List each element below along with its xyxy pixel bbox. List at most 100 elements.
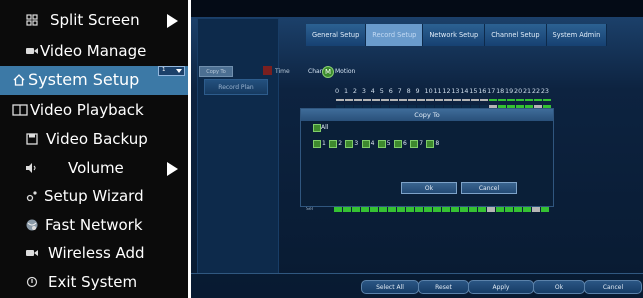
select-row-cell[interactable] bbox=[532, 207, 540, 212]
menu-item-fast-network[interactable]: Fast Network bbox=[0, 211, 188, 240]
menu-item-volume[interactable]: Volume bbox=[0, 154, 188, 183]
hour-label: 23 bbox=[540, 87, 549, 95]
select-row-label: Sel bbox=[306, 207, 313, 212]
select-row-cell[interactable] bbox=[505, 207, 513, 212]
channel-checkbox[interactable] bbox=[313, 140, 321, 148]
schedule-cell[interactable] bbox=[372, 99, 380, 101]
channel-checkbox[interactable] bbox=[426, 140, 435, 148]
schedule-cell[interactable] bbox=[390, 99, 398, 101]
tab-channel-setup[interactable]: Channel Setup bbox=[485, 24, 547, 46]
select-row-cell[interactable] bbox=[487, 207, 495, 212]
schedule-cell[interactable] bbox=[381, 99, 389, 101]
select-row-cell[interactable] bbox=[370, 207, 378, 212]
select-row-cell[interactable] bbox=[424, 207, 432, 212]
schedule-cell[interactable] bbox=[480, 99, 488, 101]
schedule-cell[interactable] bbox=[498, 99, 506, 101]
select-row-cell[interactable] bbox=[343, 207, 351, 212]
channel-checkbox[interactable] bbox=[345, 140, 354, 148]
tab-general-setup[interactable]: General Setup bbox=[306, 24, 367, 46]
select-row-cell[interactable] bbox=[397, 207, 405, 212]
schedule-cell[interactable] bbox=[462, 99, 470, 101]
apply-button[interactable]: Apply bbox=[468, 280, 534, 294]
tab-system-admin[interactable]: System Admin bbox=[546, 24, 608, 46]
channel-checkbox[interactable] bbox=[361, 140, 370, 148]
hour-label: 22 bbox=[531, 87, 541, 95]
motion-icon[interactable]: M bbox=[322, 66, 334, 78]
schedule-cell[interactable] bbox=[489, 99, 497, 101]
select-row-cell[interactable] bbox=[478, 207, 486, 212]
time-label: Time bbox=[275, 68, 290, 75]
select-row-cell[interactable] bbox=[406, 207, 414, 212]
schedule-cell[interactable] bbox=[471, 99, 479, 101]
channel-checkbox[interactable] bbox=[329, 140, 338, 148]
menu-item-exit-system[interactable]: Exit System bbox=[0, 268, 188, 297]
hour-label: 21 bbox=[522, 87, 532, 95]
menu-item-split-screen[interactable]: Split Screen bbox=[0, 6, 188, 35]
copy-ok-button[interactable]: Ok bbox=[401, 182, 457, 194]
cancel-button[interactable]: Cancel bbox=[584, 280, 642, 294]
reset-button[interactable]: Reset bbox=[418, 280, 469, 294]
menu-item-video-playback[interactable]: Video Playback bbox=[0, 96, 188, 125]
menu-item-video-backup[interactable]: Video Backup bbox=[0, 125, 188, 154]
select-row-cell[interactable] bbox=[379, 207, 387, 212]
schedule-cell[interactable] bbox=[363, 99, 371, 101]
hour-label: 7 bbox=[397, 87, 402, 95]
select-row-cell[interactable] bbox=[469, 207, 477, 212]
tab-record-setup[interactable]: Record Setup bbox=[366, 24, 424, 46]
ok-button[interactable]: Ok bbox=[533, 280, 585, 294]
schedule-cell[interactable] bbox=[516, 99, 524, 101]
menu-item-label: Split Screen bbox=[50, 11, 140, 29]
select-row-cell[interactable] bbox=[451, 207, 459, 212]
channel-checkbox[interactable] bbox=[377, 140, 386, 148]
select-row-cell[interactable] bbox=[433, 207, 441, 212]
schedule-cell[interactable] bbox=[534, 99, 542, 101]
schedule-cell[interactable] bbox=[435, 99, 443, 101]
home-icon bbox=[11, 72, 27, 88]
channel-checkbox-label: 4 bbox=[370, 140, 375, 147]
power-icon bbox=[24, 274, 40, 290]
schedule-cell[interactable] bbox=[453, 99, 461, 101]
menu-item-video-manage[interactable]: Video Manage bbox=[0, 37, 188, 66]
select-row-cell[interactable] bbox=[523, 207, 531, 212]
menu-item-setup-wizard[interactable]: Setup Wizard bbox=[0, 182, 188, 211]
channel-checkbox[interactable] bbox=[394, 140, 402, 148]
select-row-cell[interactable] bbox=[388, 207, 396, 212]
all-checkbox[interactable] bbox=[313, 124, 321, 132]
select-row-cell[interactable] bbox=[442, 207, 450, 212]
channel-checkbox-label: 6 bbox=[403, 140, 407, 147]
select-row-cell[interactable] bbox=[334, 207, 342, 212]
copy-to-button[interactable]: Copy To bbox=[199, 66, 233, 77]
select-all-button[interactable]: Select All bbox=[361, 280, 419, 294]
channel-checkbox[interactable] bbox=[410, 140, 419, 148]
schedule-cell[interactable] bbox=[399, 99, 407, 101]
select-row-cell[interactable] bbox=[352, 207, 360, 212]
select-row-cell[interactable] bbox=[496, 207, 504, 212]
channel-select[interactable]: 1 bbox=[158, 66, 185, 76]
schedule-cell[interactable] bbox=[525, 99, 533, 101]
menu-item-wireless-add[interactable]: Wireless Add bbox=[0, 239, 188, 268]
hour-label: 11 bbox=[433, 87, 442, 95]
schedule-cell[interactable] bbox=[507, 99, 515, 101]
hour-label: 16 bbox=[478, 87, 487, 95]
select-row-cell[interactable] bbox=[541, 207, 549, 212]
schedule-cell[interactable] bbox=[336, 99, 344, 101]
copy-to-dialog: Copy To All 1 2 3 4 5 6 7 8 Ok Cancel bbox=[300, 108, 554, 207]
schedule-cell[interactable] bbox=[408, 99, 416, 101]
schedule-cell[interactable] bbox=[345, 99, 353, 101]
schedule-cell[interactable] bbox=[543, 99, 551, 101]
channel-checkbox-label: 1 bbox=[322, 140, 326, 147]
hour-label: 19 bbox=[505, 87, 514, 95]
time-color-swatch[interactable] bbox=[263, 66, 272, 75]
copy-cancel-button[interactable]: Cancel bbox=[461, 182, 517, 194]
select-row-cell[interactable] bbox=[415, 207, 423, 212]
select-row-cell[interactable] bbox=[460, 207, 468, 212]
select-row-cell[interactable] bbox=[361, 207, 369, 212]
schedule-cell[interactable] bbox=[444, 99, 452, 101]
schedule-cell[interactable] bbox=[354, 99, 362, 101]
select-row-cell[interactable] bbox=[514, 207, 522, 212]
schedule-cell[interactable] bbox=[417, 99, 425, 101]
chevron-down-icon bbox=[176, 69, 182, 73]
tab-network-setup[interactable]: Network Setup bbox=[423, 24, 486, 46]
record-plan-item[interactable]: Record Plan bbox=[204, 79, 268, 95]
schedule-cell[interactable] bbox=[426, 99, 434, 101]
